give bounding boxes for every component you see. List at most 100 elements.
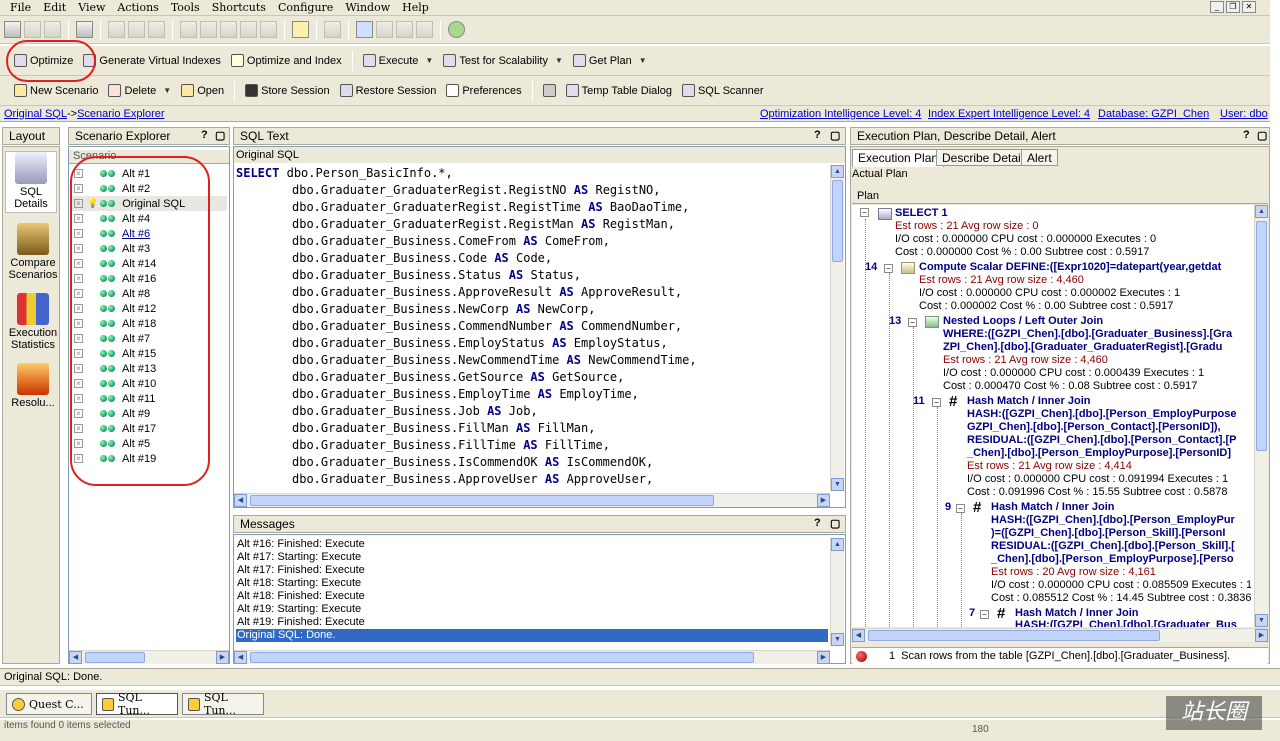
compare-scenarios-item[interactable]: Compare Scenarios <box>7 223 59 281</box>
optimization-level-link[interactable]: Optimization Intelligence Level: 4 <box>760 108 921 120</box>
tab-execution-plan[interactable]: Execution Plan <box>852 149 945 167</box>
scroll-down-icon[interactable]: ▼ <box>831 633 844 646</box>
scroll-left-icon[interactable]: ◀ <box>234 494 247 507</box>
plan-node-title[interactable]: Compute Scalar DEFINE:([Expr1020]=datepa… <box>919 261 1251 273</box>
minimize-icon[interactable]: _ <box>1210 1 1224 13</box>
menu-configure[interactable]: Configure <box>272 1 339 14</box>
tool-icon-8[interactable] <box>416 21 433 38</box>
collapse-icon[interactable]: − <box>932 398 941 407</box>
tool-icon-1[interactable] <box>180 21 197 38</box>
chevron-down-icon[interactable]: ▼ <box>639 56 647 65</box>
execution-statistics-item[interactable]: Execution Statistics <box>7 293 59 351</box>
scroll-thumb[interactable] <box>250 652 754 663</box>
tab-alert[interactable]: Alert <box>1021 149 1058 166</box>
message-row[interactable]: Alt #19: Starting: Execute <box>236 603 828 616</box>
resolution-item[interactable]: Resolu... <box>7 363 59 409</box>
chevron-down-icon[interactable]: ▼ <box>555 56 563 65</box>
paste-icon[interactable] <box>148 21 165 38</box>
lightbulb-icon[interactable] <box>292 21 309 38</box>
scroll-left-icon[interactable]: ◀ <box>69 651 82 664</box>
message-row[interactable]: Alt #19: Finished: Execute <box>236 616 828 629</box>
task-sql-tuning-1[interactable]: SQL Tun... <box>96 691 178 717</box>
preferences-button[interactable]: Preferences <box>442 82 525 99</box>
close-icon[interactable]: ✕ <box>1242 1 1256 13</box>
scroll-left-icon[interactable]: ◀ <box>234 651 247 664</box>
sql-details-item[interactable]: SQL Details <box>5 151 57 213</box>
tab-describe-detail[interactable]: Describe Detail <box>936 149 1030 166</box>
scroll-down-icon[interactable]: ▼ <box>1255 614 1268 627</box>
open-file-icon[interactable] <box>24 21 41 38</box>
plan-vscrollbar[interactable]: ▲ ▼ <box>1254 205 1268 627</box>
scroll-thumb[interactable] <box>868 630 1160 641</box>
gear-icon[interactable] <box>324 21 341 38</box>
scroll-up-icon[interactable]: ▲ <box>831 165 844 178</box>
alert-row[interactable]: 1 Scan rows from the table [GZPI_Chen].[… <box>852 647 1268 664</box>
help-button[interactable]: ? <box>1243 129 1250 141</box>
tool-icon-3[interactable] <box>220 21 237 38</box>
menu-help[interactable]: Help <box>396 1 435 14</box>
breadcrumb-scenario-explorer[interactable]: Scenario Explorer <box>77 108 164 120</box>
generate-virtual-indexes-button[interactable]: Generate Virtual Indexes <box>79 52 224 69</box>
task-sql-tuning-2[interactable]: SQL Tun... <box>182 691 264 717</box>
breadcrumb-original-sql[interactable]: Original SQL <box>4 108 67 120</box>
menu-window[interactable]: Window <box>339 1 396 14</box>
menu-actions[interactable]: Actions <box>111 1 164 14</box>
copy-icon[interactable] <box>128 21 145 38</box>
temp-table-dialog-button[interactable]: Temp Table Dialog <box>562 82 676 99</box>
chevron-down-icon[interactable]: ▼ <box>425 56 433 65</box>
database-icon[interactable] <box>356 21 373 38</box>
message-row[interactable]: Alt #18: Starting: Execute <box>236 577 828 590</box>
scenario-hscrollbar[interactable]: ◀ ▶ <box>69 650 229 664</box>
sql-hscrollbar[interactable]: ◀ ▶ <box>234 493 830 507</box>
collapse-icon[interactable]: − <box>860 208 869 217</box>
scroll-up-icon[interactable]: ▲ <box>1255 205 1268 218</box>
scroll-thumb[interactable] <box>250 495 714 506</box>
scroll-thumb[interactable] <box>832 180 843 262</box>
maximize-icon[interactable]: ▢ <box>1257 129 1267 142</box>
help-button[interactable]: ? <box>201 129 208 141</box>
database-link[interactable]: Database: GZPI_Chen <box>1098 108 1209 120</box>
get-plan-button[interactable]: Get Plan ▼ <box>569 52 651 69</box>
plan-node-title[interactable]: Hash Match / Inner Join <box>991 501 1114 513</box>
menu-tools[interactable]: Tools <box>165 1 206 14</box>
sql-scanner-button[interactable]: SQL Scanner <box>678 82 768 99</box>
scroll-up-icon[interactable]: ▲ <box>831 538 844 551</box>
plan-node-title[interactable]: Hash Match / Inner Join <box>967 395 1090 407</box>
optimize-and-index-button[interactable]: Optimize and Index <box>227 52 346 69</box>
menu-shortcuts[interactable]: Shortcuts <box>206 1 272 14</box>
plan-node-title[interactable]: Hash Match / Inner Join <box>1015 607 1138 619</box>
restore-icon[interactable]: ❐ <box>1226 1 1240 13</box>
restore-session-button[interactable]: Restore Session <box>336 82 441 99</box>
collapse-icon[interactable]: − <box>956 504 965 513</box>
cut-icon[interactable] <box>108 21 125 38</box>
help-button[interactable]: ? <box>814 517 821 529</box>
chevron-down-icon[interactable]: ▼ <box>163 86 171 95</box>
scroll-right-icon[interactable]: ▶ <box>817 651 830 664</box>
menu-file[interactable]: File <box>4 1 37 14</box>
plan-node-title[interactable]: Nested Loops / Left Outer Join <box>943 315 1103 327</box>
execute-button[interactable]: Execute ▼ <box>359 52 438 69</box>
scroll-left-icon[interactable]: ◀ <box>852 629 865 642</box>
index-level-link[interactable]: Index Expert Intelligence Level: 4 <box>928 108 1090 120</box>
messages-vscrollbar[interactable]: ▲ ▼ <box>830 538 844 646</box>
message-row[interactable]: Alt #16: Finished: Execute <box>236 538 828 551</box>
scroll-thumb[interactable] <box>85 652 145 663</box>
tool-icon-5[interactable] <box>260 21 277 38</box>
open-button[interactable]: Open <box>177 82 228 99</box>
maximize-icon[interactable]: ▢ <box>215 129 225 142</box>
scroll-right-icon[interactable]: ▶ <box>216 651 229 664</box>
collapse-icon[interactable]: − <box>908 318 917 327</box>
sql-vscrollbar[interactable]: ▲ ▼ <box>830 165 844 491</box>
scroll-right-icon[interactable]: ▶ <box>817 494 830 507</box>
user-link[interactable]: User: dbo <box>1220 108 1268 120</box>
message-row[interactable]: Alt #18: Finished: Execute <box>236 590 828 603</box>
message-row[interactable]: Alt #17: Starting: Execute <box>236 551 828 564</box>
help-button[interactable]: ? <box>814 129 821 141</box>
save-icon[interactable] <box>44 21 61 38</box>
message-row[interactable]: Alt #17: Finished: Execute <box>236 564 828 577</box>
tool-icon-2[interactable] <box>200 21 217 38</box>
collapse-icon[interactable]: − <box>980 610 989 619</box>
menu-edit[interactable]: Edit <box>37 1 72 14</box>
tool-icon-6[interactable] <box>376 21 393 38</box>
task-quest[interactable]: Quest C... <box>6 693 92 715</box>
